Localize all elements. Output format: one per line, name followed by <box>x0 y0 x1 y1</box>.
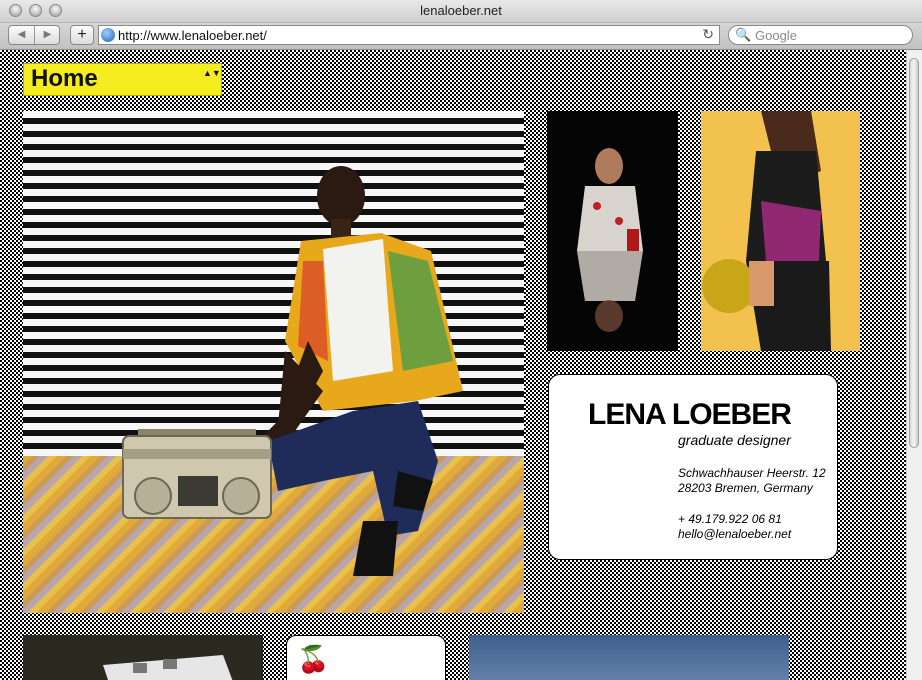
search-icon: 🔍 <box>735 27 752 42</box>
address-line-1: Schwachhauser Heerstr. 12 <box>678 466 826 480</box>
figure-balloon-image <box>702 111 831 351</box>
page-viewport: Home ▲▼ LENA LOEBER graduate designer Sc… <box>0 50 906 680</box>
url-text[interactable]: http://www.lenaloeber.net/ <box>118 28 267 43</box>
designer-role: graduate designer <box>678 432 791 448</box>
cherry-icon: 🍒 <box>297 644 330 674</box>
bottom-thumbnail-1[interactable] <box>23 635 263 680</box>
select-arrows-icon: ▲▼ <box>203 68 221 78</box>
designer-name: LENA LOEBER <box>588 398 792 431</box>
back-button[interactable]: ◀ <box>9 26 35 44</box>
device-image <box>103 655 233 680</box>
browser-toolbar: ◀ ▶ + http://www.lenaloeber.net/ ↻ 🔍 Goo… <box>0 23 922 50</box>
thumbnail-photo-mirror[interactable] <box>547 111 678 351</box>
phone-number: + 49.179.922 06 81 <box>678 512 782 526</box>
thumbnail-photo-balloon[interactable] <box>701 111 860 351</box>
globe-icon <box>101 28 115 42</box>
window-titlebar: lenaloeber.net <box>0 0 922 23</box>
address-bar[interactable]: http://www.lenaloeber.net/ ↻ <box>98 25 720 45</box>
nav-selected-label: Home <box>31 65 98 92</box>
navigation-buttons: ◀ ▶ <box>8 25 60 45</box>
address-line-2: 28203 Bremen, Germany <box>678 481 813 495</box>
figure-reflection-image <box>577 148 643 332</box>
vertical-scrollbar[interactable] <box>906 50 922 680</box>
forward-button[interactable]: ▶ <box>35 26 60 44</box>
contact-card: LENA LOEBER graduate designer Schwachhau… <box>548 374 838 560</box>
page-nav-select[interactable]: Home ▲▼ <box>23 63 222 96</box>
bottom-card[interactable]: 🍒 <box>286 635 446 680</box>
reload-icon[interactable]: ↻ <box>702 26 714 43</box>
portrait-figure <box>122 166 463 576</box>
window-title: lenaloeber.net <box>420 3 502 18</box>
add-bookmark-button[interactable]: + <box>70 25 94 45</box>
scrollbar-thumb[interactable] <box>909 58 919 448</box>
search-field[interactable]: 🔍 Google <box>728 25 913 45</box>
email-link[interactable]: hello@lenaloeber.net <box>678 527 791 541</box>
hero-photo[interactable] <box>23 111 524 613</box>
search-placeholder: Google <box>755 28 797 43</box>
bottom-thumbnail-sky[interactable] <box>469 635 789 680</box>
